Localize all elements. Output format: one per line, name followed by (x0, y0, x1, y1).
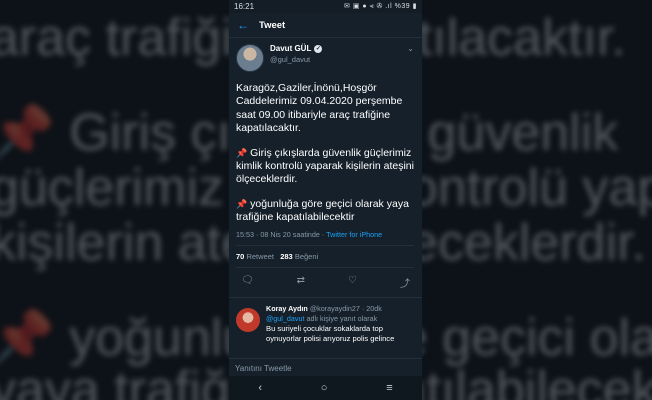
share-icon[interactable]: ⤴ (400, 275, 410, 290)
reply-header: Koray Aydın @korayaydin27 · 20dk (266, 304, 414, 314)
android-nav-bar: ‹ ○ ≡ (229, 376, 422, 400)
tweet-body: Karagöz,Gaziler,İnönü,Hoşgör Caddelerimi… (236, 82, 414, 225)
like-icon[interactable]: ♡ (348, 275, 357, 290)
pin-icon: 📌 (0, 104, 55, 162)
reply-handle: @korayaydin27 · 20dk (309, 303, 382, 313)
pin-icon: 📌 (0, 309, 55, 367)
display-name[interactable]: Davut GÜL ✓ (270, 44, 407, 53)
app-bar: ← Tweet (229, 13, 422, 38)
reply-icon[interactable]: 🗨︎ (241, 275, 254, 290)
author-names: Davut GÜL ✓ @gul_davut (270, 44, 407, 64)
retweet-icon[interactable]: ⇄ (297, 275, 305, 290)
tweet-paragraph: Karagöz,Gaziler,İnönü,Hoşgör Caddelerimi… (236, 82, 403, 135)
reply-tweet[interactable]: Koray Aydın @korayaydin27 · 20dk @gul_da… (229, 298, 422, 344)
back-nav-icon[interactable]: ‹ (258, 382, 262, 394)
status-time: 16:21 (234, 2, 255, 11)
tweet-source[interactable]: Twitter for iPhone (326, 230, 382, 239)
avatar[interactable] (236, 307, 260, 332)
status-bar: 16:21 ✉ ▣ ● ⫷ ✇ .ıl %39 ▮ (229, 0, 422, 13)
pushpin-icon: 📌 (236, 147, 248, 158)
handle: @gul_davut (270, 55, 311, 64)
verified-icon: ✓ (314, 44, 323, 53)
tweet-paragraph: 📌 yoğunluğa göre geçici olarak yaya traf… (236, 197, 409, 224)
tweet-time: 15:53 · 08 Nis 20 saatinde · (236, 229, 327, 239)
avatar[interactable] (236, 44, 264, 72)
tweet-actions: 🗨︎ ⇄ ♡ ⤴ (229, 268, 422, 298)
recents-nav-icon[interactable]: ≡ (386, 382, 392, 394)
tweet: Davut GÜL ✓ @gul_davut ⌄ Karagöz,Gaziler,… (229, 38, 422, 268)
tweet-stats: 70 Retweet 283 Beğeni (236, 246, 414, 268)
pushpin-icon: 📌 (236, 198, 248, 209)
reply-body: Koray Aydın @korayaydin27 · 20dk @gul_da… (266, 304, 414, 344)
like-stat[interactable]: 283 Beğeni (280, 252, 318, 261)
reply-input[interactable]: Yanıtını Tweetle (229, 358, 422, 376)
retweet-stat[interactable]: 70 Retweet (236, 252, 274, 261)
reply-mention[interactable]: @gul_davut (266, 314, 304, 323)
home-nav-icon[interactable]: ○ (321, 382, 328, 394)
page-title: Tweet (259, 19, 286, 31)
status-icons: ✉ ▣ ● ⫷ ✇ .ıl %39 ▮ (344, 3, 417, 10)
tweet-paragraph: 📌 Giriş çıkışlarda güvenlik güçlerimiz k… (236, 146, 414, 186)
tweet-author: Davut GÜL ✓ @gul_davut ⌄ (236, 44, 414, 72)
reply-context: @gul_davut adlı kişiye yanıt olarak (266, 313, 378, 323)
reply-name[interactable]: Koray Aydın (266, 304, 308, 313)
reply-text: Bu suriyeli çocuklar sokaklarda top oynu… (266, 323, 395, 343)
chevron-down-icon[interactable]: ⌄ (407, 44, 414, 53)
phone-screen: 16:21 ✉ ▣ ● ⫷ ✇ .ıl %39 ▮ ← Tweet Davut … (229, 0, 422, 400)
arrow-left-icon[interactable]: ← (237, 18, 259, 32)
tweet-meta: 15:53 · 08 Nis 20 saatinde · Twitter for… (236, 230, 414, 246)
